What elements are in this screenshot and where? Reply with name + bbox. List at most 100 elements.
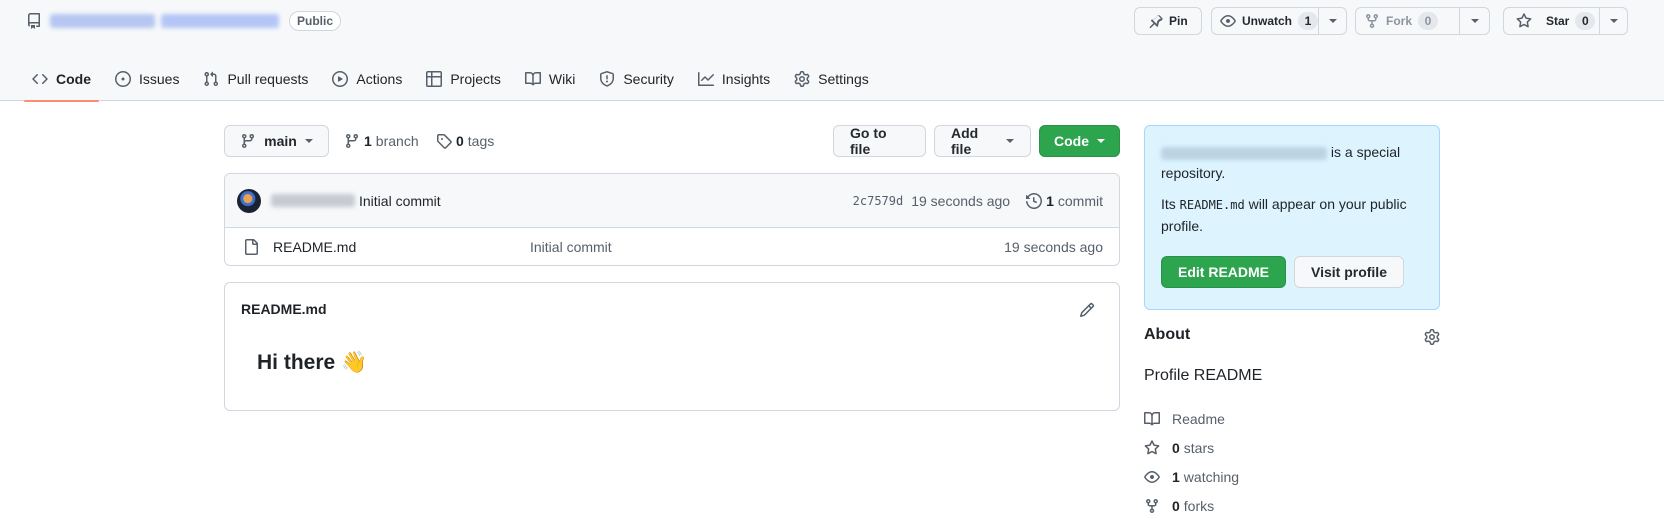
special-notice-line2: Its README.md will appear on your public… <box>1161 194 1423 237</box>
readme-title[interactable]: README.md <box>241 301 327 317</box>
tab-label: Projects <box>450 70 501 87</box>
waving-hand-emoji: 👋 <box>341 351 368 374</box>
readme-panel: README.md Hi there 👋 <box>224 282 1120 411</box>
readme-code-text: README.md <box>1179 198 1245 212</box>
file-icon <box>243 239 259 255</box>
tab-wiki[interactable]: Wiki <box>517 56 583 101</box>
pin-icon <box>1147 13 1163 29</box>
star-button[interactable]: Star 0 <box>1504 8 1599 34</box>
tab-settings[interactable]: Settings <box>786 56 877 101</box>
readme-heading: Hi there 👋 <box>257 351 367 375</box>
gear-icon[interactable] <box>1424 329 1440 345</box>
commit-sha[interactable]: 2c7579d <box>853 194 904 208</box>
code-button[interactable]: Code <box>1039 125 1120 157</box>
stars-link[interactable]: 0 stars <box>1144 433 1239 462</box>
visibility-badge: Public <box>289 11 342 31</box>
fork-button[interactable]: Fork 0 <box>1356 8 1459 34</box>
commit-count: 1 <box>1046 193 1054 209</box>
star-icon <box>1516 13 1532 29</box>
latest-commit: Initial commit 2c7579d 19 seconds ago 1 … <box>225 174 1119 228</box>
tags-link[interactable]: 0 tags <box>436 125 494 157</box>
tab-label: Issues <box>139 70 180 87</box>
tab-label: Code <box>56 70 91 87</box>
tab-issues[interactable]: Issues <box>107 56 187 101</box>
go-to-file-label: Go to file <box>850 125 887 157</box>
visit-profile-button[interactable]: Visit profile <box>1294 256 1404 288</box>
tab-label: Security <box>623 70 674 87</box>
issue-icon <box>115 70 131 87</box>
tab-code[interactable]: Code <box>24 56 99 102</box>
branch-icon <box>240 133 256 149</box>
repo-name-link-redacted[interactable] <box>161 14 279 28</box>
avatar[interactable] <box>237 188 261 213</box>
file-name-link[interactable]: README.md <box>273 239 356 255</box>
stars-word: stars <box>1183 439 1215 456</box>
tab-security[interactable]: Security <box>591 56 682 101</box>
tab-pull-requests[interactable]: Pull requests <box>195 56 316 101</box>
pin-label: Pin <box>1169 14 1188 28</box>
forks-link[interactable]: 0 forks <box>1144 491 1239 520</box>
tab-label: Insights <box>721 70 771 87</box>
code-icon <box>32 71 48 87</box>
commit-meta: 2c7579d 19 seconds ago 1 commit <box>853 174 1103 228</box>
unwatch-button-group: Unwatch 1 <box>1211 7 1347 35</box>
fork-options-dropdown[interactable] <box>1459 8 1489 34</box>
file-commit-message[interactable]: Initial commit <box>530 239 612 255</box>
edit-readme-button[interactable]: Edit README <box>1161 256 1286 288</box>
unwatch-button[interactable]: Unwatch 1 <box>1212 8 1319 34</box>
commit-message[interactable]: Initial commit <box>359 193 441 209</box>
watch-counter: 1 <box>1298 12 1319 30</box>
fork-icon <box>1144 498 1160 514</box>
star-button-group: Star 0 <box>1503 7 1628 35</box>
special-repo-name-redacted[interactable] <box>1161 146 1327 160</box>
forks-word: forks <box>1183 497 1215 514</box>
tab-label: Actions <box>356 70 403 87</box>
branch-icon <box>344 133 360 149</box>
watchers-link[interactable]: 1 watching <box>1144 462 1239 491</box>
readme-link[interactable]: Readme <box>1144 404 1239 433</box>
go-to-file-button[interactable]: Go to file <box>833 125 926 157</box>
branch-select-button[interactable]: main <box>224 125 329 157</box>
tab-insights[interactable]: Insights <box>690 56 778 101</box>
table-row: README.md Initial commit 19 seconds ago <box>225 228 1119 265</box>
special-notice-line1: is a special repository. <box>1161 142 1423 184</box>
fork-icon <box>1364 13 1380 29</box>
code-button-label: Code <box>1054 133 1089 149</box>
branch-name: main <box>264 133 297 149</box>
pencil-icon[interactable] <box>1079 302 1095 318</box>
pull-request-icon <box>203 71 219 87</box>
commits-link[interactable]: 1 commit <box>1026 193 1103 209</box>
add-file-label: Add file <box>951 125 979 157</box>
tag-count: 0 <box>456 133 464 149</box>
tab-label: Settings <box>818 70 869 87</box>
fork-label: Fork <box>1386 14 1413 28</box>
repo-owner-link-redacted[interactable] <box>50 14 155 28</box>
tab-projects[interactable]: Projects <box>418 56 509 101</box>
caret-down-icon <box>1328 19 1337 23</box>
fork-counter: 0 <box>1418 12 1439 30</box>
tab-actions[interactable]: Actions <box>324 56 410 101</box>
readme-heading-text: Hi there <box>257 351 336 374</box>
book-icon <box>1144 411 1160 427</box>
gear-icon <box>794 70 810 87</box>
commit-author-redacted[interactable] <box>271 194 355 207</box>
caret-down-icon <box>1609 19 1618 23</box>
unwatch-label: Unwatch <box>1242 14 1293 28</box>
tag-icon <box>436 133 452 149</box>
special-repo-notice: is a special repository. Its README.md w… <box>1144 125 1440 310</box>
caret-down-icon <box>304 139 313 143</box>
file-navigation: main 1 branch 0 tags Go to file Add file… <box>224 125 1120 157</box>
pin-button[interactable]: Pin <box>1134 7 1202 35</box>
file-list: Initial commit 2c7579d 19 seconds ago 1 … <box>224 173 1120 266</box>
watching-word: watching <box>1183 468 1240 485</box>
tab-label: Wiki <box>548 70 576 87</box>
repo-title: Public <box>26 9 342 33</box>
star-options-dropdown[interactable] <box>1599 8 1627 34</box>
forks-count: 0 <box>1172 497 1180 514</box>
branches-link[interactable]: 1 branch <box>344 125 419 157</box>
add-file-button[interactable]: Add file <box>934 125 1031 157</box>
watch-options-dropdown[interactable] <box>1318 8 1346 34</box>
file-commit-age: 19 seconds ago <box>1004 239 1103 255</box>
repo-icon <box>26 13 42 29</box>
fork-button-group: Fork 0 <box>1355 7 1490 35</box>
